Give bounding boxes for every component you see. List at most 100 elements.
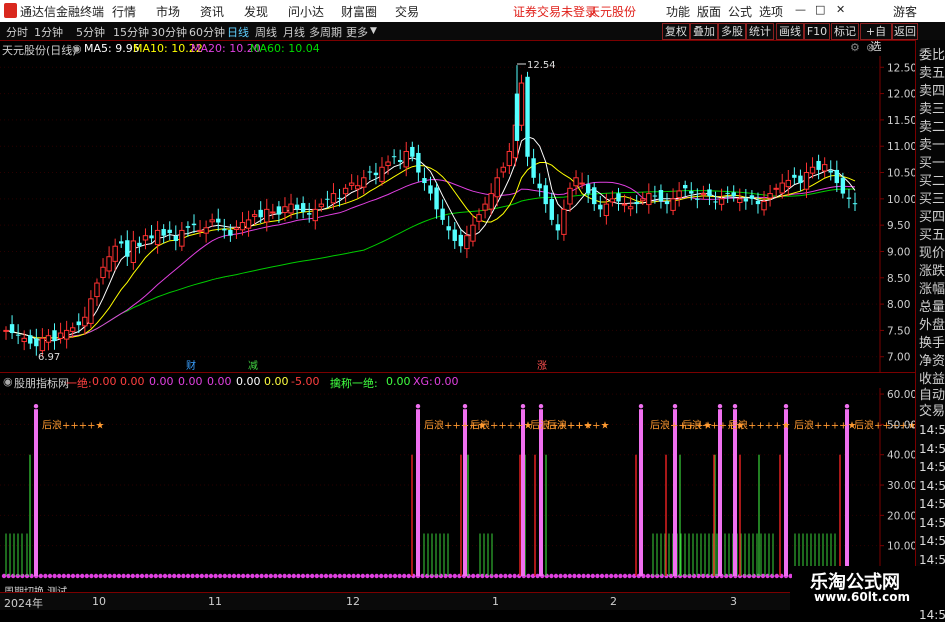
panel-label-17: 净资 — [919, 354, 945, 369]
baseline-dot — [231, 573, 237, 579]
period-multi[interactable]: 多周期 — [309, 24, 342, 40]
baseline-dot — [512, 573, 517, 579]
period-60min[interactable]: 60分钟 — [189, 24, 225, 40]
panel-close-icon[interactable]: ⊗ — [866, 41, 875, 54]
kline-chart[interactable]: 12.50 12.00 11.50 11.00 10.50 10.00 9.50 9.00 8.… — [0, 56, 915, 372]
menu-item-news[interactable]: 资讯 — [200, 3, 224, 20]
candle-body — [88, 298, 94, 324]
baseline-dot — [126, 573, 131, 579]
btn-multi-stock[interactable]: 多股 — [718, 23, 746, 40]
candle-body — [203, 227, 209, 234]
baseline-dot — [581, 573, 586, 579]
maximize-icon[interactable]: □ — [815, 3, 825, 16]
event-marker-1[interactable]: 财 — [186, 359, 196, 372]
high-annotation: 12.54 — [527, 60, 556, 71]
period-monthly[interactable]: 月线 — [283, 24, 305, 40]
minimize-icon[interactable]: — — [795, 3, 806, 16]
baseline-dot — [70, 573, 76, 579]
period-weekly[interactable]: 周线 — [255, 24, 277, 40]
baseline-dot — [397, 573, 402, 579]
period-timeshare[interactable]: 分时 — [6, 24, 28, 40]
panel-label-14: 总量 — [919, 300, 945, 315]
menu-item-function[interactable]: 功能 — [666, 3, 690, 20]
baseline-dot — [268, 573, 273, 579]
period-30min[interactable]: 30分钟 — [151, 24, 187, 40]
main-grid — [0, 66, 880, 358]
btn-overlay[interactable]: 叠加 — [690, 23, 718, 40]
menu-item-market[interactable]: 市场 — [156, 3, 180, 20]
panel-auto-1[interactable]: 交易 — [919, 400, 945, 419]
trade-login-warning[interactable]: 证券交易未登录 — [513, 3, 597, 20]
indicator-settings-icon[interactable]: ◉ — [3, 375, 13, 388]
btn-statistics[interactable]: 统计 — [746, 23, 774, 40]
baseline-dot — [116, 573, 122, 579]
candle-body — [743, 198, 749, 202]
baseline-dot — [254, 573, 260, 579]
candle-body — [228, 229, 233, 236]
baseline-dot — [227, 573, 232, 579]
period-5min[interactable]: 5分钟 — [76, 24, 105, 40]
candle-body — [179, 229, 185, 247]
candle-body — [452, 229, 457, 241]
candle-body — [476, 214, 482, 222]
baseline-dot — [567, 573, 572, 579]
menu-item-discover[interactable]: 发现 — [244, 3, 268, 20]
low-annotation: 6.97 — [38, 352, 60, 363]
btn-draw[interactable]: 画线 — [776, 23, 804, 40]
event-marker-3[interactable]: 涨 — [537, 360, 547, 372]
candle-body — [689, 191, 694, 194]
menu-item-quotes[interactable]: 行情 — [112, 3, 136, 20]
more-chevron-icon[interactable]: ▼ — [370, 26, 377, 36]
panel-label-8: 买三 — [919, 192, 945, 207]
ind-value-5: 0.00 — [236, 375, 261, 388]
date-tick-1: 10 — [92, 595, 106, 608]
candle-body — [664, 201, 670, 205]
candle-body — [222, 228, 227, 231]
candle-body — [173, 235, 178, 241]
stock-name-header: 天元股份 — [588, 5, 637, 19]
date-tick-2: 11 — [208, 595, 222, 608]
candle-body — [531, 158, 536, 178]
user-guest[interactable]: 游客 — [893, 3, 917, 20]
baseline-dot — [47, 573, 53, 579]
baseline-dot — [38, 573, 43, 579]
event-marker-2[interactable]: 减 — [248, 360, 258, 372]
btn-add-favorite[interactable]: +自选 — [860, 23, 892, 53]
candle-body — [258, 209, 263, 218]
period-more[interactable]: 更多 — [346, 24, 368, 40]
close-icon[interactable]: ✕ — [836, 3, 845, 16]
panel-settings-icon[interactable]: ⚙ — [850, 41, 860, 54]
candle-body — [318, 203, 325, 208]
candle-body — [361, 177, 367, 188]
ind-axis-label: 50.00 — [887, 419, 915, 431]
candle-body — [816, 160, 821, 170]
settings-gear-icon[interactable]: ◉ — [72, 42, 82, 55]
btn-f10[interactable]: F10 — [804, 23, 830, 40]
menu-item-options[interactable]: 选项 — [759, 3, 783, 20]
btn-back[interactable]: 返回 — [892, 23, 918, 40]
baseline-dot — [406, 573, 411, 579]
baseline-dot — [172, 573, 177, 579]
price-label: 10.50 — [887, 168, 915, 180]
candle-body — [621, 203, 628, 206]
btn-mark[interactable]: 标记 — [831, 23, 859, 40]
btn-adjust[interactable]: 复权 — [662, 23, 690, 40]
candle-body — [767, 193, 773, 199]
menu-item-trade[interactable]: 交易 — [395, 3, 419, 20]
ind-magenta-cap — [33, 403, 39, 409]
candle-body — [731, 192, 736, 197]
indicator-chart[interactable]: 后浪++++★ 后浪++++★后浪++++★后浪++++★后浪++++★ 后浪+++… — [0, 388, 915, 592]
signal-label: 后浪++++★ — [794, 418, 857, 431]
panel-label-4: 卖二 — [919, 120, 945, 135]
period-1min[interactable]: 1分钟 — [34, 24, 63, 40]
period-daily[interactable]: 日线 — [227, 24, 249, 40]
menu-item-ask[interactable]: 问小达 — [288, 3, 324, 20]
period-15min[interactable]: 15分钟 — [113, 24, 149, 40]
menu-item-layout[interactable]: 版面 — [697, 3, 721, 20]
candle-body — [209, 219, 215, 223]
menu-item-formula[interactable]: 公式 — [728, 3, 752, 20]
baseline-dot — [75, 573, 80, 579]
menu-item-wealth[interactable]: 财富圈 — [341, 3, 377, 20]
date-axis[interactable]: 2024年 10 11 12 1 2 3 — [0, 592, 790, 610]
baseline-dot — [627, 573, 632, 579]
